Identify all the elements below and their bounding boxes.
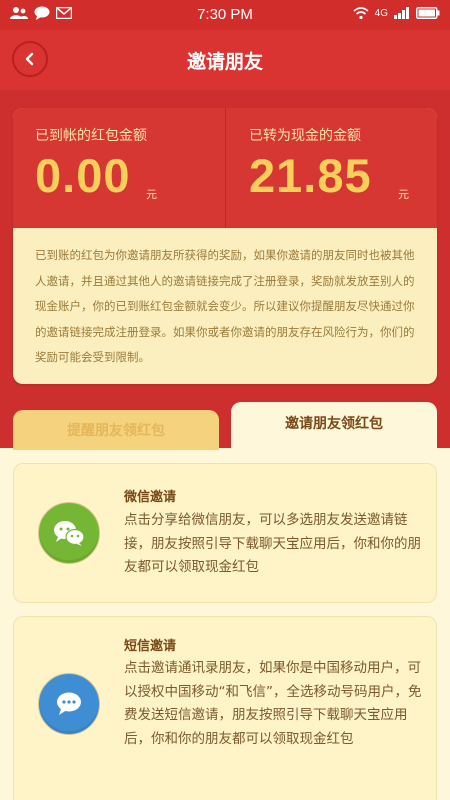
page-title: 邀请朋友: [186, 51, 263, 73]
tab-remind-friends[interactable]: 提醒朋友领红包: [13, 410, 219, 450]
reward-description: 已到账的红包为你邀请朋友所获得的奖励，如果你邀请的朋友同时也被其他人邀请，并且通…: [35, 248, 415, 364]
converted-cash-stat: 已转为现金的金额 21.85 元: [225, 108, 437, 228]
converted-unit: 元: [398, 188, 409, 201]
network-label: 4G: [374, 7, 388, 19]
received-unit: 元: [146, 188, 157, 201]
status-right-icons: 4G: [353, 6, 440, 20]
wifi-icon: [353, 7, 369, 20]
wechat-invite-option[interactable]: 微信邀请 点击分享给微信朋友，可以多选朋友发送邀请链接，朋友按照引导下载聊天宝应…: [13, 463, 437, 603]
signal-icon: [394, 7, 409, 19]
tab-invite-friends[interactable]: 邀请朋友领红包: [231, 402, 437, 450]
battery-icon: [416, 7, 440, 19]
reward-stats: 已到帐的红包金额 0.00 元 已转为现金的金额 21.85 元: [13, 108, 437, 228]
sms-bubble-icon: [38, 673, 100, 735]
converted-label: 已转为现金的金额: [249, 128, 361, 144]
status-bar: 7:30 PM 4G: [0, 0, 450, 30]
received-label: 已到帐的红包金额: [35, 128, 147, 144]
wechat-invite-description: 点击分享给微信朋友，可以多选朋友发送邀请链接，朋友按照引导下载聊天宝应用后，你和…: [124, 512, 421, 575]
sms-invite-option[interactable]: 短信邀请 点击邀请通讯录朋友，如果你是中国移动用户，可以授权中国移动“和飞信”，…: [13, 616, 437, 800]
converted-value: 21.85: [249, 149, 372, 202]
app-header: 邀请朋友: [0, 30, 450, 90]
sms-invite-title: 短信邀请: [124, 639, 177, 654]
received-reward-stat: 已到帐的红包金额 0.00 元: [13, 108, 225, 228]
sms-invite-description: 点击邀请通讯录朋友，如果你是中国移动用户，可以授权中国移动“和飞信”，全选移动号…: [124, 660, 422, 747]
reward-summary-card: 已到帐的红包金额 0.00 元 已转为现金的金额 21.85 元 已到账的红包为…: [13, 108, 437, 384]
received-value: 0.00: [35, 149, 131, 202]
wechat-invite-title: 微信邀请: [124, 490, 177, 505]
wechat-icon: [38, 502, 100, 564]
